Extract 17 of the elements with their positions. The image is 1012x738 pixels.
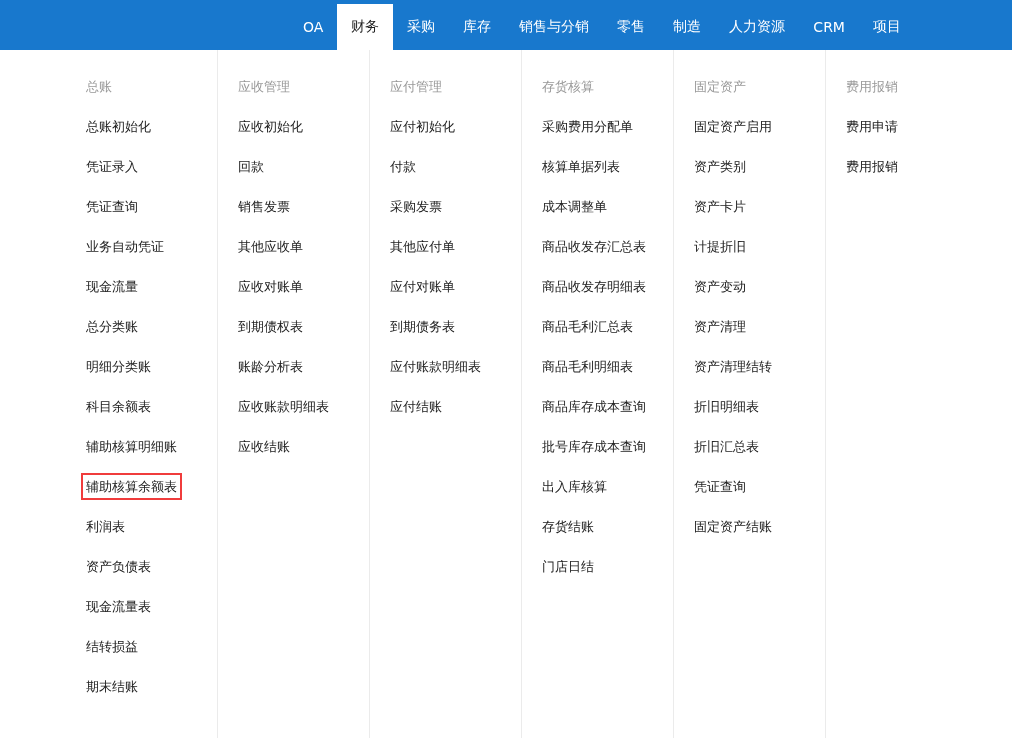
column-heading: 固定资产 <box>694 78 746 96</box>
nav-tab[interactable]: 制造 <box>659 4 716 50</box>
nav-tab[interactable]: OA <box>289 4 338 50</box>
column-heading: 存货核算 <box>542 78 594 96</box>
column-heading: 总账 <box>86 78 112 96</box>
nav-tab[interactable]: 项目 <box>858 4 915 50</box>
nav-tab[interactable]: CRM <box>799 4 859 50</box>
nav-tab[interactable]: 人力资源 <box>715 4 800 50</box>
column-heading: 应收管理 <box>238 78 290 96</box>
nav-tab[interactable]: 库存 <box>449 4 506 50</box>
menu-item[interactable]: 辅助核算余额表 <box>81 473 182 500</box>
nav-tab[interactable]: 销售与分销 <box>505 4 604 50</box>
nav-tab[interactable]: 财务 <box>337 4 394 50</box>
column-heading: 费用报销 <box>846 78 898 96</box>
nav-tab[interactable]: 采购 <box>393 4 450 50</box>
column-heading: 应付管理 <box>390 78 442 96</box>
nav-tab[interactable]: 零售 <box>603 4 660 50</box>
